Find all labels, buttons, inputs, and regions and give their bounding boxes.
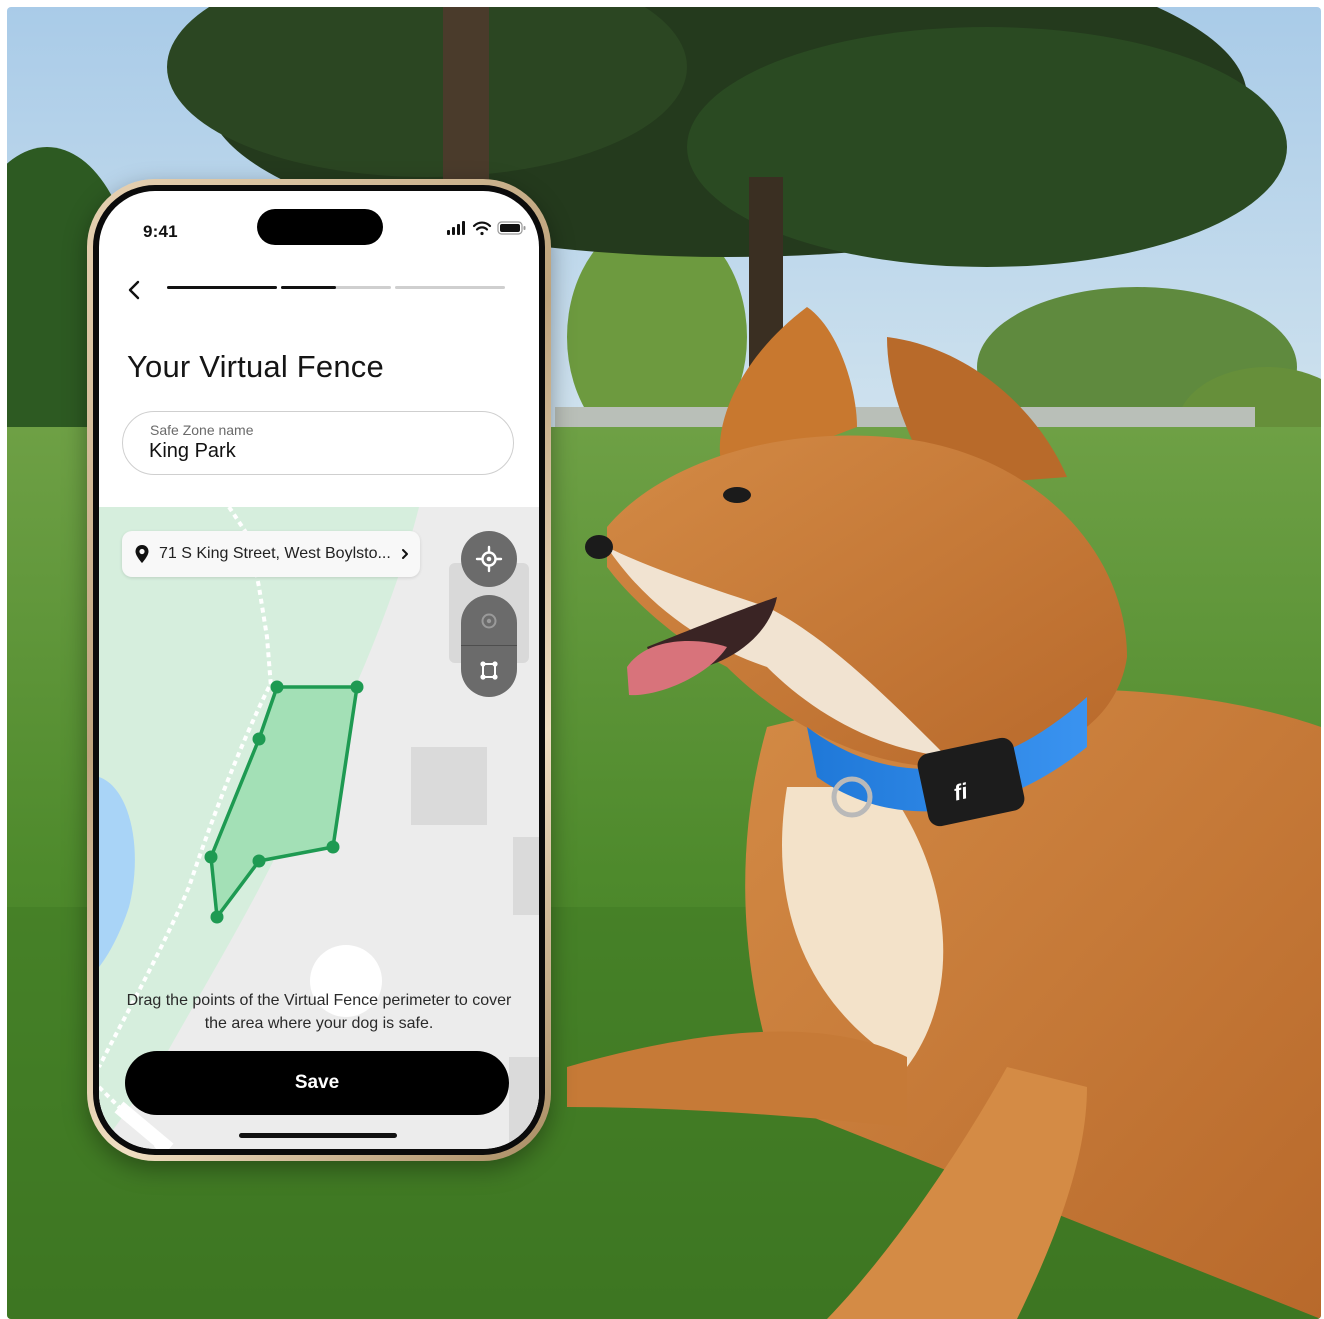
locate-button[interactable] bbox=[461, 531, 517, 587]
battery-icon bbox=[497, 221, 526, 235]
fence-handle[interactable] bbox=[252, 854, 266, 868]
dynamic-island bbox=[257, 209, 383, 245]
chevron-right-icon bbox=[402, 549, 408, 559]
onboarding-progress bbox=[167, 286, 505, 290]
safe-zone-name-field[interactable]: Safe Zone name bbox=[122, 411, 514, 475]
fence-handle[interactable] bbox=[252, 732, 266, 746]
fence-mode-toggle bbox=[461, 595, 517, 697]
save-button[interactable]: Save bbox=[125, 1051, 509, 1115]
progress-segment bbox=[167, 286, 277, 289]
location-pin-icon bbox=[135, 545, 149, 563]
fence-map[interactable]: 71 S King Street, West Boylsto... Drag t… bbox=[99, 507, 539, 1149]
phone-mockup: 9:41 Your Virtual Fence Safe Zone name K… bbox=[87, 179, 551, 1161]
phone-bezel: 9:41 Your Virtual Fence Safe Zone name K… bbox=[93, 185, 545, 1155]
locate-icon bbox=[475, 545, 503, 573]
progress-segment bbox=[281, 286, 391, 289]
map-building bbox=[509, 1057, 539, 1149]
page-title: Your Virtual Fence bbox=[127, 349, 384, 384]
fence-handle[interactable] bbox=[270, 680, 284, 694]
progress-segment-fill bbox=[167, 286, 277, 289]
safe-zone-name-input[interactable] bbox=[149, 440, 469, 463]
wifi-icon bbox=[472, 221, 492, 236]
fence-handle[interactable] bbox=[350, 680, 364, 694]
chevron-left-icon[interactable] bbox=[123, 277, 147, 303]
address-chip[interactable]: 71 S King Street, West Boylsto... bbox=[122, 531, 420, 577]
status-icons bbox=[447, 221, 526, 236]
status-time: 9:41 bbox=[143, 222, 178, 241]
fence-handle[interactable] bbox=[204, 850, 218, 864]
map-building bbox=[513, 837, 539, 915]
signal-icon bbox=[447, 221, 465, 235]
hero-photo: fi 9:41 Your Virtual Fence Safe Zone nam… bbox=[7, 7, 1321, 1319]
map-building bbox=[411, 747, 487, 825]
fence-handle[interactable] bbox=[326, 840, 340, 854]
fence-handle[interactable] bbox=[210, 910, 224, 924]
address-text: 71 S King Street, West Boylsto... bbox=[159, 545, 391, 562]
app-screen: 9:41 Your Virtual Fence Safe Zone name K… bbox=[99, 191, 539, 1149]
circle-mode-button[interactable] bbox=[461, 595, 517, 645]
progress-segment-fill bbox=[281, 286, 336, 289]
polygon-mode-button[interactable] bbox=[461, 646, 517, 697]
polygon-mode-icon bbox=[480, 661, 498, 680]
fence-hint-text: Drag the points of the Virtual Fence per… bbox=[126, 992, 512, 1032]
progress-segment bbox=[395, 286, 505, 289]
home-indicator bbox=[239, 1133, 397, 1138]
circle-mode-icon bbox=[481, 613, 497, 629]
safe-zone-name-label: Safe Zone name bbox=[150, 422, 254, 438]
